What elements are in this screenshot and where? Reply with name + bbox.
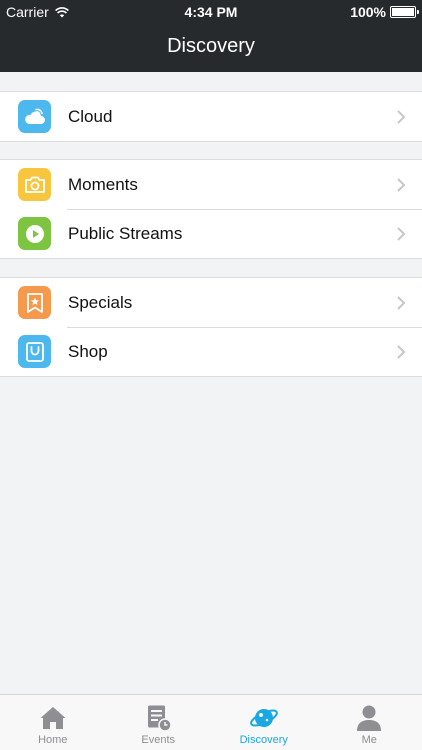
tab-events[interactable]: Events [106, 695, 212, 750]
chevron-right-icon [397, 295, 406, 310]
play-icon [18, 217, 51, 250]
tab-label: Discovery [239, 734, 288, 746]
group-specials-shop: Specials Shop [0, 277, 422, 377]
group-moments-streams: Moments Public Streams [0, 159, 422, 259]
home-icon [38, 703, 68, 733]
tab-label: Me [361, 734, 377, 746]
list-item-label: Public Streams [68, 223, 183, 243]
tab-home[interactable]: Home [0, 695, 106, 750]
group-cloud: Cloud [0, 91, 422, 142]
list-item-cloud[interactable]: Cloud [0, 92, 422, 141]
tab-me[interactable]: Me [317, 695, 422, 750]
list-item-specials[interactable]: Specials [0, 278, 422, 327]
tab-bar: Home Events Discovery Me [0, 694, 422, 750]
list-item-moments[interactable]: Moments [0, 160, 422, 209]
chevron-right-icon [397, 177, 406, 192]
shopping-bag-icon [18, 335, 51, 368]
list-item-label: Shop [68, 341, 108, 361]
battery-icon [390, 6, 419, 18]
list-item-public-streams[interactable]: Public Streams [0, 209, 422, 258]
header: Carrier 4:34 PM 100% Discovery [0, 0, 422, 72]
events-icon [143, 703, 173, 733]
list-item-label: Specials [68, 292, 133, 312]
battery-percent: 100% [350, 4, 386, 20]
tab-label: Events [141, 734, 176, 746]
chevron-right-icon [397, 344, 406, 359]
chevron-right-icon [397, 226, 406, 241]
person-icon [354, 703, 384, 733]
cloud-icon [18, 100, 51, 133]
chevron-right-icon [397, 109, 406, 124]
page-title: Discovery [167, 35, 255, 57]
tab-discovery[interactable]: Discovery [211, 695, 317, 750]
status-bar: Carrier 4:34 PM 100% [0, 0, 422, 24]
list-item-label: Moments [68, 174, 138, 194]
camera-icon [18, 168, 51, 201]
star-bookmark-icon [18, 286, 51, 319]
tab-label: Home [38, 734, 68, 746]
planet-icon [249, 703, 279, 733]
battery-status: 100% [350, 4, 419, 20]
list-item-label: Cloud [68, 106, 113, 126]
list-item-shop[interactable]: Shop [0, 327, 422, 376]
